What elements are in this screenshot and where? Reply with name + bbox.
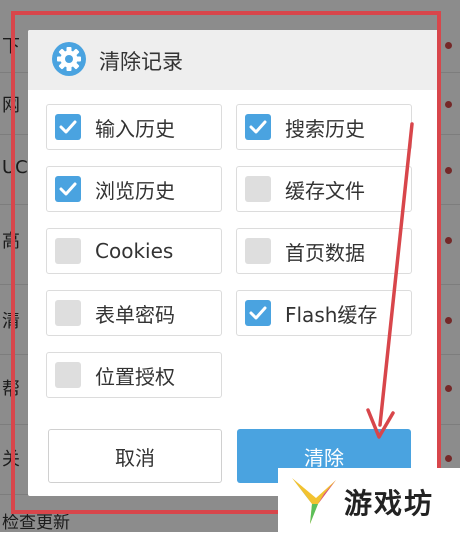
watermark-logo-icon <box>288 474 338 530</box>
watermark: 游戏坊 <box>278 468 460 532</box>
watermark-text: 游戏坊 <box>344 487 435 520</box>
annotation-arrow-icon <box>366 122 414 439</box>
